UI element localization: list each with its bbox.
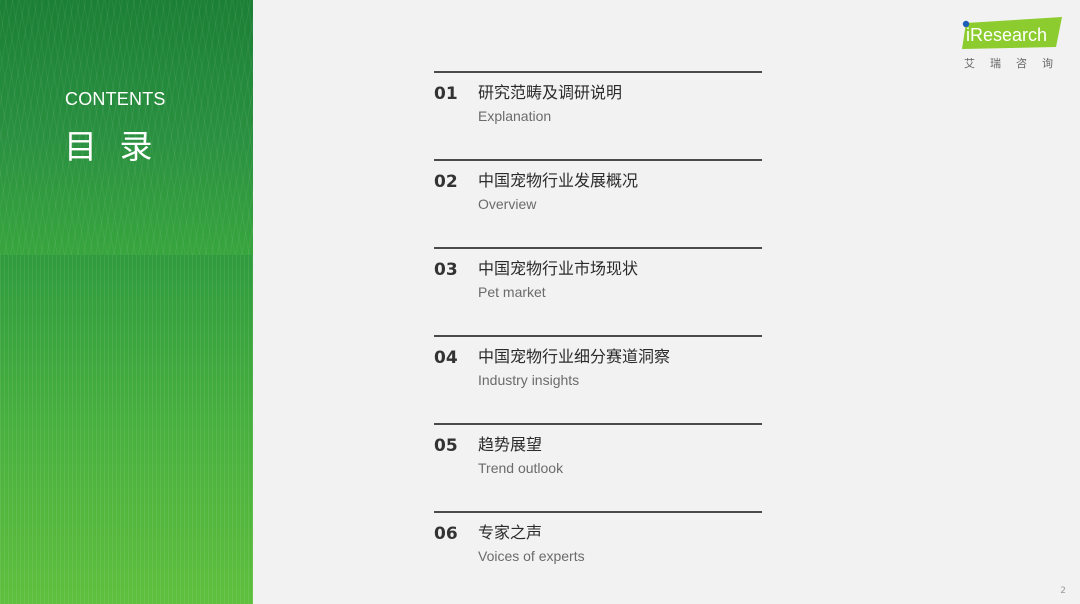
logo-brand-rest: Research — [970, 25, 1047, 45]
sidebar-stripes-pattern — [0, 255, 253, 604]
toc-title-en: Voices of experts — [478, 548, 585, 564]
toc-divider — [434, 423, 762, 425]
toc-divider — [434, 71, 762, 73]
toc-number: 05 — [434, 436, 458, 456]
toc-item-03[interactable]: 03 中国宠物行业市场现状 Pet market — [434, 247, 766, 327]
toc-title-en: Industry insights — [478, 372, 580, 388]
sidebar-panel: CONTENTS 目 录 — [0, 0, 253, 604]
toc-number: 02 — [434, 172, 458, 192]
toc-item-06[interactable]: 06 专家之声 Voices of experts — [434, 511, 766, 591]
iresearch-logo: iResearch 艾 瑞 咨 询 — [962, 17, 1066, 71]
toc-title-cn: 研究范畴及调研说明 — [478, 83, 623, 102]
toc-title-en: Trend outlook — [478, 460, 564, 476]
toc-divider — [434, 159, 762, 161]
toc-number: 06 — [434, 524, 458, 544]
toc-title-cn: 趋势展望 — [478, 435, 543, 454]
toc-title-en: Explanation — [478, 108, 552, 124]
logo-char: 咨 — [1016, 57, 1027, 70]
toc-divider — [434, 247, 762, 249]
svg-text:iResearch: iResearch — [966, 25, 1047, 45]
logo-char: 询 — [1042, 57, 1053, 70]
toc-title-en: Overview — [478, 196, 537, 212]
logo-char: 艾 — [964, 57, 975, 70]
toc-number: 03 — [434, 260, 458, 280]
toc-number: 01 — [434, 84, 458, 104]
toc-item-05[interactable]: 05 趋势展望 Trend outlook — [434, 423, 766, 503]
toc-title-cn: 中国宠物行业市场现状 — [478, 259, 639, 278]
toc-item-02[interactable]: 02 中国宠物行业发展概况 Overview — [434, 159, 766, 239]
toc-divider — [434, 511, 762, 513]
page-number: 2 — [1060, 586, 1066, 596]
toc-title-en: Pet market — [478, 284, 546, 300]
toc-title-cn: 专家之声 — [478, 523, 543, 542]
toc-divider — [434, 335, 762, 337]
contents-title: 目 录 — [64, 127, 159, 166]
iresearch-logo-mark: iResearch — [962, 17, 1062, 49]
toc-number: 04 — [434, 348, 458, 368]
toc-title-cn: 中国宠物行业细分赛道洞察 — [478, 347, 671, 366]
logo-char: 瑞 — [990, 57, 1001, 70]
toc-item-04[interactable]: 04 中国宠物行业细分赛道洞察 Industry insights — [434, 335, 766, 415]
logo-chinese-name: 艾 瑞 咨 询 — [964, 55, 1068, 71]
toc-title-cn: 中国宠物行业发展概况 — [478, 171, 639, 190]
toc-item-01[interactable]: 01 研究范畴及调研说明 Explanation — [434, 71, 766, 151]
contents-label: CONTENTS — [65, 89, 166, 109]
